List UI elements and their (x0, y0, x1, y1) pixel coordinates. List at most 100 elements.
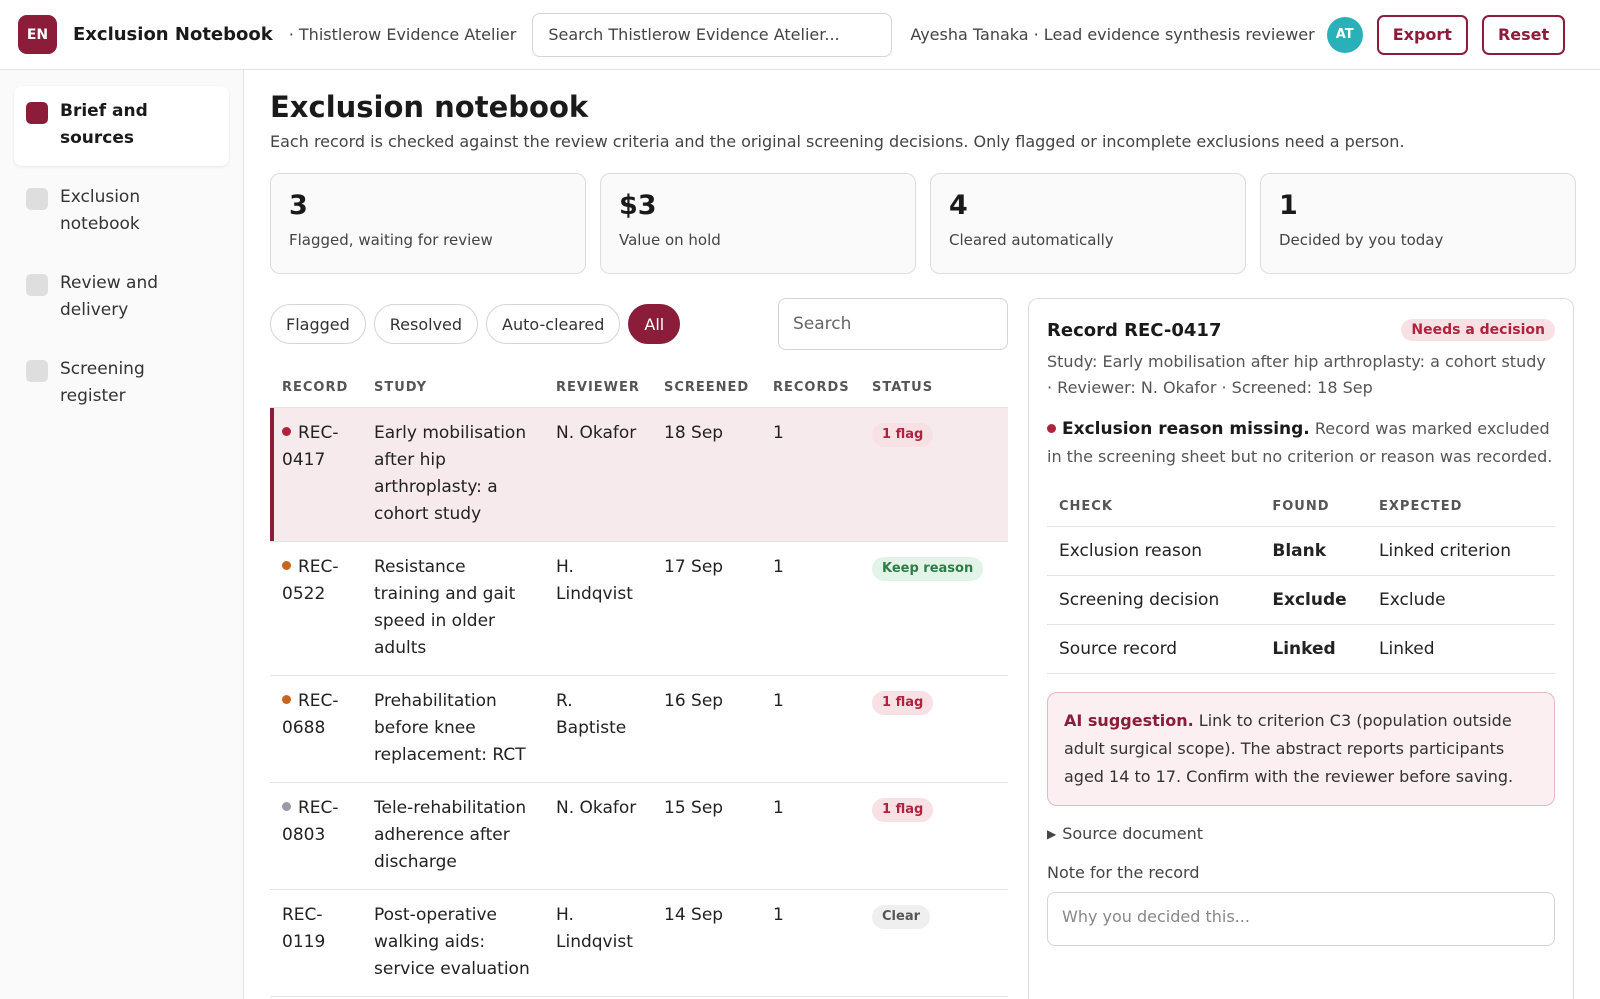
stat-value: 4 (949, 190, 968, 221)
cell-study: Post-operative walking aids: service eva… (362, 889, 544, 997)
stat-label: Flagged, waiting for review (289, 231, 493, 249)
cell-reviewer: N. Okafor (544, 407, 652, 542)
priority-dot-icon (282, 695, 291, 704)
status-badge: 1 flag (872, 798, 934, 822)
page-title: Exclusion notebook (270, 90, 589, 124)
filter-chip-resolved[interactable]: Resolved (373, 304, 479, 344)
workspace-name: · Thistlerow Evidence Atelier (288, 25, 517, 44)
check-name: Exclusion reason (1047, 526, 1261, 576)
status-badge: Needs a decision (1401, 319, 1555, 341)
app-title: Exclusion Notebook (73, 24, 273, 45)
records-list: Flagged Resolved Auto-cleared All RECORD… (270, 298, 1008, 997)
cell-record: REC-0688 (270, 675, 362, 783)
table-row[interactable]: REC-0522 Resistance training and gait spe… (270, 541, 1008, 676)
column-header-reviewer[interactable]: REVIEWER (544, 370, 652, 408)
table-row[interactable]: REC-0803 Tele-rehabilitation adherence af… (270, 782, 1008, 890)
filter-bar: Flagged Resolved Auto-cleared All (270, 298, 1008, 350)
stat-card-value-on-hold: $3 Value on hold (600, 173, 916, 274)
cell-status: 1 flag (860, 675, 1008, 783)
cell-status: Keep reason (860, 541, 1008, 676)
cell-reviewer: H. Lindqvist (544, 889, 652, 997)
column-header-check: CHECK (1047, 489, 1261, 527)
cell-reviewer: H. Lindqvist (544, 541, 652, 676)
check-expected: Linked criterion (1367, 526, 1555, 576)
sidebar-item-review-and-delivery[interactable]: Review and delivery (14, 258, 229, 338)
column-header-status[interactable]: STATUS (860, 370, 1008, 408)
status-badge: 1 flag (872, 691, 934, 715)
checks-table: CHECK FOUND EXPECTED Exclusion reason Bla… (1047, 489, 1555, 674)
sidebar-item-exclusion-notebook[interactable]: Exclusion notebook (14, 172, 229, 252)
check-expected: Exclude (1367, 575, 1555, 625)
priority-dot-icon (282, 427, 291, 436)
column-header-study[interactable]: STUDY (362, 370, 544, 408)
note-input[interactable] (1047, 892, 1555, 946)
stat-card-decided-today: 1 Decided by you today (1260, 173, 1576, 274)
source-document-toggle[interactable]: ▶ Source document (1047, 824, 1555, 843)
cell-records: 1 (761, 541, 860, 676)
page-subtitle: Each record is checked against the revie… (270, 132, 1405, 151)
global-search-input[interactable] (532, 12, 893, 57)
sidebar-item-label: Exclusion notebook (60, 187, 141, 234)
column-header-found: FOUND (1260, 489, 1368, 527)
sidebar-item-label: Brief and sources (60, 101, 148, 148)
check-expected: Linked (1367, 624, 1555, 674)
note-label: Note for the record (1047, 863, 1200, 882)
records-table: RECORD STUDY REVIEWER SCREENED RECORDS S… (270, 370, 1008, 997)
filter-chip-all[interactable]: All (628, 304, 681, 344)
table-header-row: RECORD STUDY REVIEWER SCREENED RECORDS S… (270, 370, 1008, 408)
status-badge: Clear (872, 905, 930, 929)
priority-dot-icon (282, 561, 291, 570)
filter-chip-auto-cleared[interactable]: Auto-cleared (486, 304, 621, 344)
cell-status: Clear (860, 889, 1008, 997)
stat-value: 3 (289, 190, 308, 221)
stat-label: Decided by you today (1279, 231, 1444, 249)
user-name-role: Ayesha Tanaka · Lead evidence synthesis … (910, 25, 1315, 44)
check-found: Blank (1260, 526, 1368, 576)
cell-record: REC-0119 (270, 889, 362, 997)
cell-screened: 16 Sep (652, 675, 761, 783)
sidebar-item-screening-register[interactable]: Screening register (14, 344, 229, 424)
export-button[interactable]: Export (1376, 14, 1468, 55)
check-found: Linked (1260, 624, 1368, 674)
column-header-records[interactable]: RECORDS (761, 370, 860, 408)
issue-summary: Exclusion reason missing. Record was mar… (1047, 415, 1555, 471)
reset-button[interactable]: Reset (1481, 14, 1566, 55)
cell-screened: 17 Sep (652, 541, 761, 676)
filter-chip-flagged[interactable]: Flagged (270, 304, 366, 344)
check-found: Exclude (1260, 575, 1368, 625)
detail-title: Record REC-0417 (1047, 319, 1222, 341)
nav-indicator-icon (26, 360, 48, 382)
cell-records: 1 (761, 782, 860, 890)
ai-suggestion-box: AI suggestion. Link to criterion C3 (pop… (1047, 692, 1555, 806)
table-row[interactable]: REC-0417 Early mobilisation after hip art… (270, 407, 1008, 542)
cell-records: 1 (761, 889, 860, 997)
app-logo: EN (18, 15, 57, 54)
sidebar-item-brief-and-sources[interactable]: Brief and sources (14, 86, 229, 166)
cell-screened: 14 Sep (652, 889, 761, 997)
check-row: Exclusion reason Blank Linked criterion (1047, 526, 1555, 576)
nav-indicator-icon (26, 102, 48, 124)
table-row[interactable]: REC-0688 Prehabilitation before knee repl… (270, 675, 1008, 783)
detail-meta: Study: Early mobilisation after hip arth… (1047, 352, 1546, 397)
cell-status: 1 flag (860, 782, 1008, 890)
cell-study: Resistance training and gait speed in ol… (362, 541, 544, 676)
ai-suggestion-label: AI suggestion. (1064, 711, 1194, 730)
records-search-input[interactable] (778, 298, 1008, 350)
sidebar-item-label: Screening register (60, 359, 145, 406)
column-header-screened[interactable]: SCREENED (652, 370, 761, 408)
cell-study: Prehabilitation before knee replacement:… (362, 675, 544, 783)
record-detail-panel: Record REC-0417 Needs a decision Study: … (1028, 298, 1574, 999)
checks-header-row: CHECK FOUND EXPECTED (1047, 489, 1555, 527)
stat-label: Value on hold (619, 231, 721, 249)
source-document-label: Source document (1062, 824, 1203, 843)
cell-study: Tele-rehabilitation adherence after disc… (362, 782, 544, 890)
check-row: Screening decision Exclude Exclude (1047, 575, 1555, 625)
priority-dot-icon (282, 802, 291, 811)
column-header-record[interactable]: RECORD (270, 370, 362, 408)
avatar[interactable]: AT (1326, 16, 1363, 53)
check-name: Source record (1047, 624, 1261, 674)
record-id: REC-0119 (282, 905, 326, 952)
status-badge: Keep reason (872, 557, 984, 581)
stat-value: 1 (1279, 190, 1298, 221)
table-row[interactable]: REC-0119 Post-operative walking aids: ser… (270, 889, 1008, 997)
